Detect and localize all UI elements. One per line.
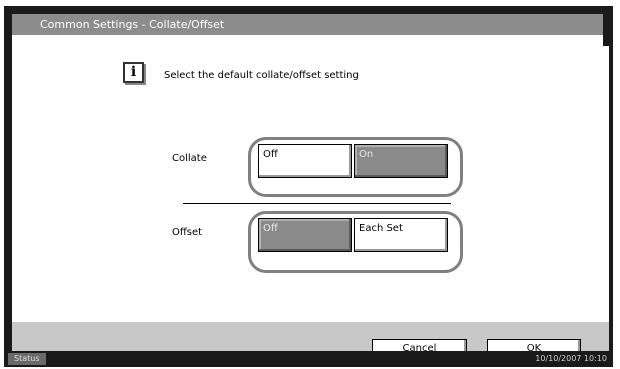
page-title: Common Settings - Collate/Offset <box>40 18 225 31</box>
panel-frame: Common Settings - Collate/Offset i Selec… <box>4 6 613 367</box>
info-icon: i <box>123 62 144 83</box>
collate-off-button[interactable]: Off <box>258 144 352 178</box>
collate-label: Collate <box>172 153 207 164</box>
section-divider <box>183 203 451 204</box>
info-message: Select the default collate/offset settin… <box>164 70 359 81</box>
scroll-edge <box>603 6 609 46</box>
collate-on-button[interactable]: On <box>354 144 448 178</box>
status-button[interactable]: Status <box>8 353 46 365</box>
offset-each-set-button[interactable]: Each Set <box>354 218 448 252</box>
offset-off-button[interactable]: Off <box>258 218 352 252</box>
offset-label: Offset <box>172 227 203 238</box>
title-bar: Common Settings - Collate/Offset <box>12 14 609 35</box>
status-bar: Status 10/10/2007 10:10 <box>4 351 613 367</box>
date-time: 10/10/2007 10:10 <box>535 354 607 363</box>
settings-screen: Common Settings - Collate/Offset i Selec… <box>12 14 609 359</box>
